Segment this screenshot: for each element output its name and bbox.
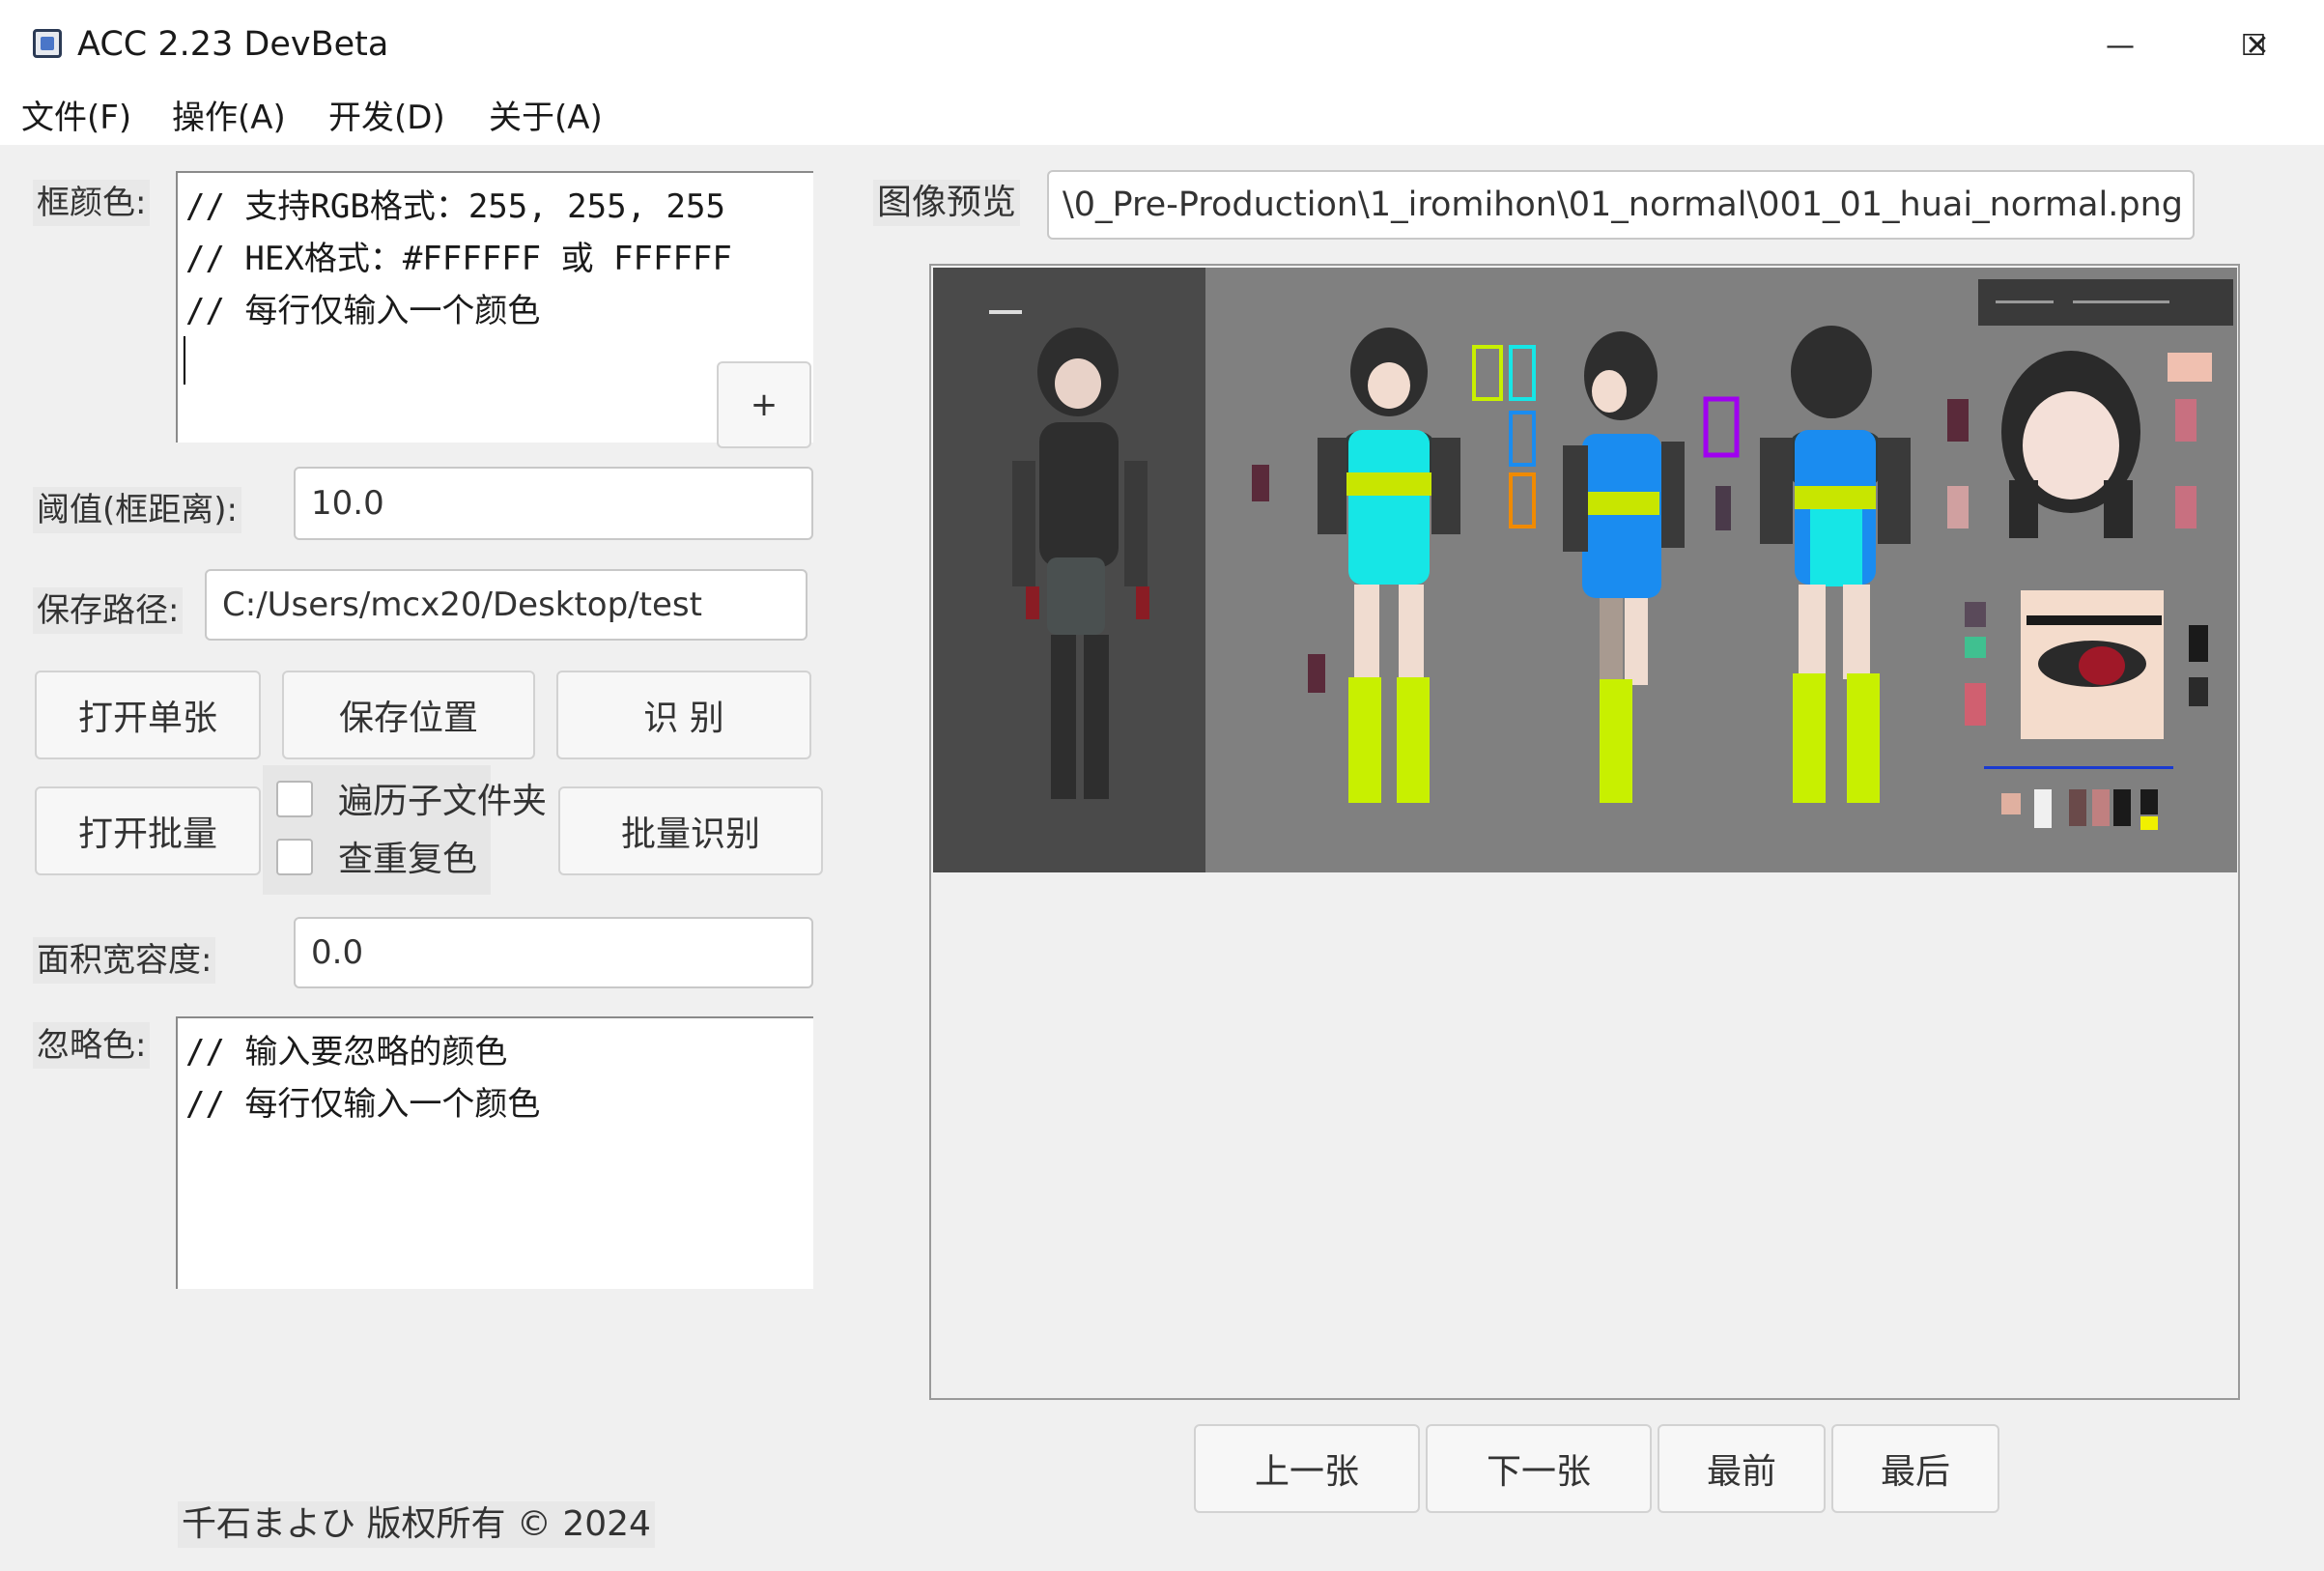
preview-image (933, 268, 2237, 872)
first-image-button[interactable]: 最前 (1658, 1424, 1826, 1513)
check-duplicate-colors-checkbox[interactable] (276, 839, 313, 875)
open-batch-button[interactable]: 打开批量 (35, 786, 261, 875)
next-image-button[interactable]: 下一张 (1426, 1424, 1652, 1513)
check-duplicate-colors-label: 查重复色 (338, 840, 478, 879)
threshold-label: 阈值(框距离): (33, 487, 241, 533)
last-image-button[interactable]: 最后 (1831, 1424, 1999, 1513)
batch-recognize-button[interactable]: 批量识别 (558, 786, 823, 875)
area-tolerance-label: 面积宽容度: (33, 937, 216, 984)
ignore-color-textarea[interactable]: // 输入要忽略的颜色 // 每行仅输入一个颜色 (176, 1016, 813, 1289)
menu-file[interactable]: 文件(F) (21, 95, 131, 141)
close-button[interactable]: ✕ (2191, 0, 2324, 91)
save-path-input[interactable]: C:/Users/mcx20/Desktop/test (205, 569, 808, 641)
character-sheet-image (933, 268, 2237, 872)
add-color-button[interactable]: + (717, 361, 811, 448)
threshold-input[interactable]: 10.0 (294, 467, 813, 540)
window-title: ACC 2.23 DevBeta (77, 25, 389, 64)
app-icon (33, 29, 62, 58)
copyright-footer: 千石まよひ 版权所有 © 2024 (178, 1501, 655, 1548)
prev-image-button[interactable]: 上一张 (1194, 1424, 1420, 1513)
preview-label: 图像预览 (873, 180, 1021, 226)
recognize-button[interactable]: 识 别 (556, 671, 811, 759)
save-path-label: 保存路径: (33, 587, 184, 634)
traverse-subfolders-checkbox[interactable] (276, 781, 313, 817)
box-color-label: 框颜色: (33, 180, 151, 226)
menu-operation[interactable]: 操作(A) (172, 95, 286, 141)
preview-path-input[interactable]: \0_Pre-Production\1_iromihon\01_normal\0… (1047, 170, 2195, 240)
open-single-button[interactable]: 打开单张 (35, 671, 261, 759)
menu-develop[interactable]: 开发(D) (328, 95, 445, 141)
minimize-button[interactable]: — (2054, 0, 2187, 91)
text-caret (184, 336, 185, 385)
traverse-subfolders-label: 遍历子文件夹 (338, 782, 548, 821)
save-location-button[interactable]: 保存位置 (282, 671, 535, 759)
menu-about[interactable]: 关于(A) (489, 95, 603, 141)
ignore-color-label: 忽略色: (33, 1022, 151, 1069)
area-tolerance-input[interactable]: 0.0 (294, 917, 813, 988)
